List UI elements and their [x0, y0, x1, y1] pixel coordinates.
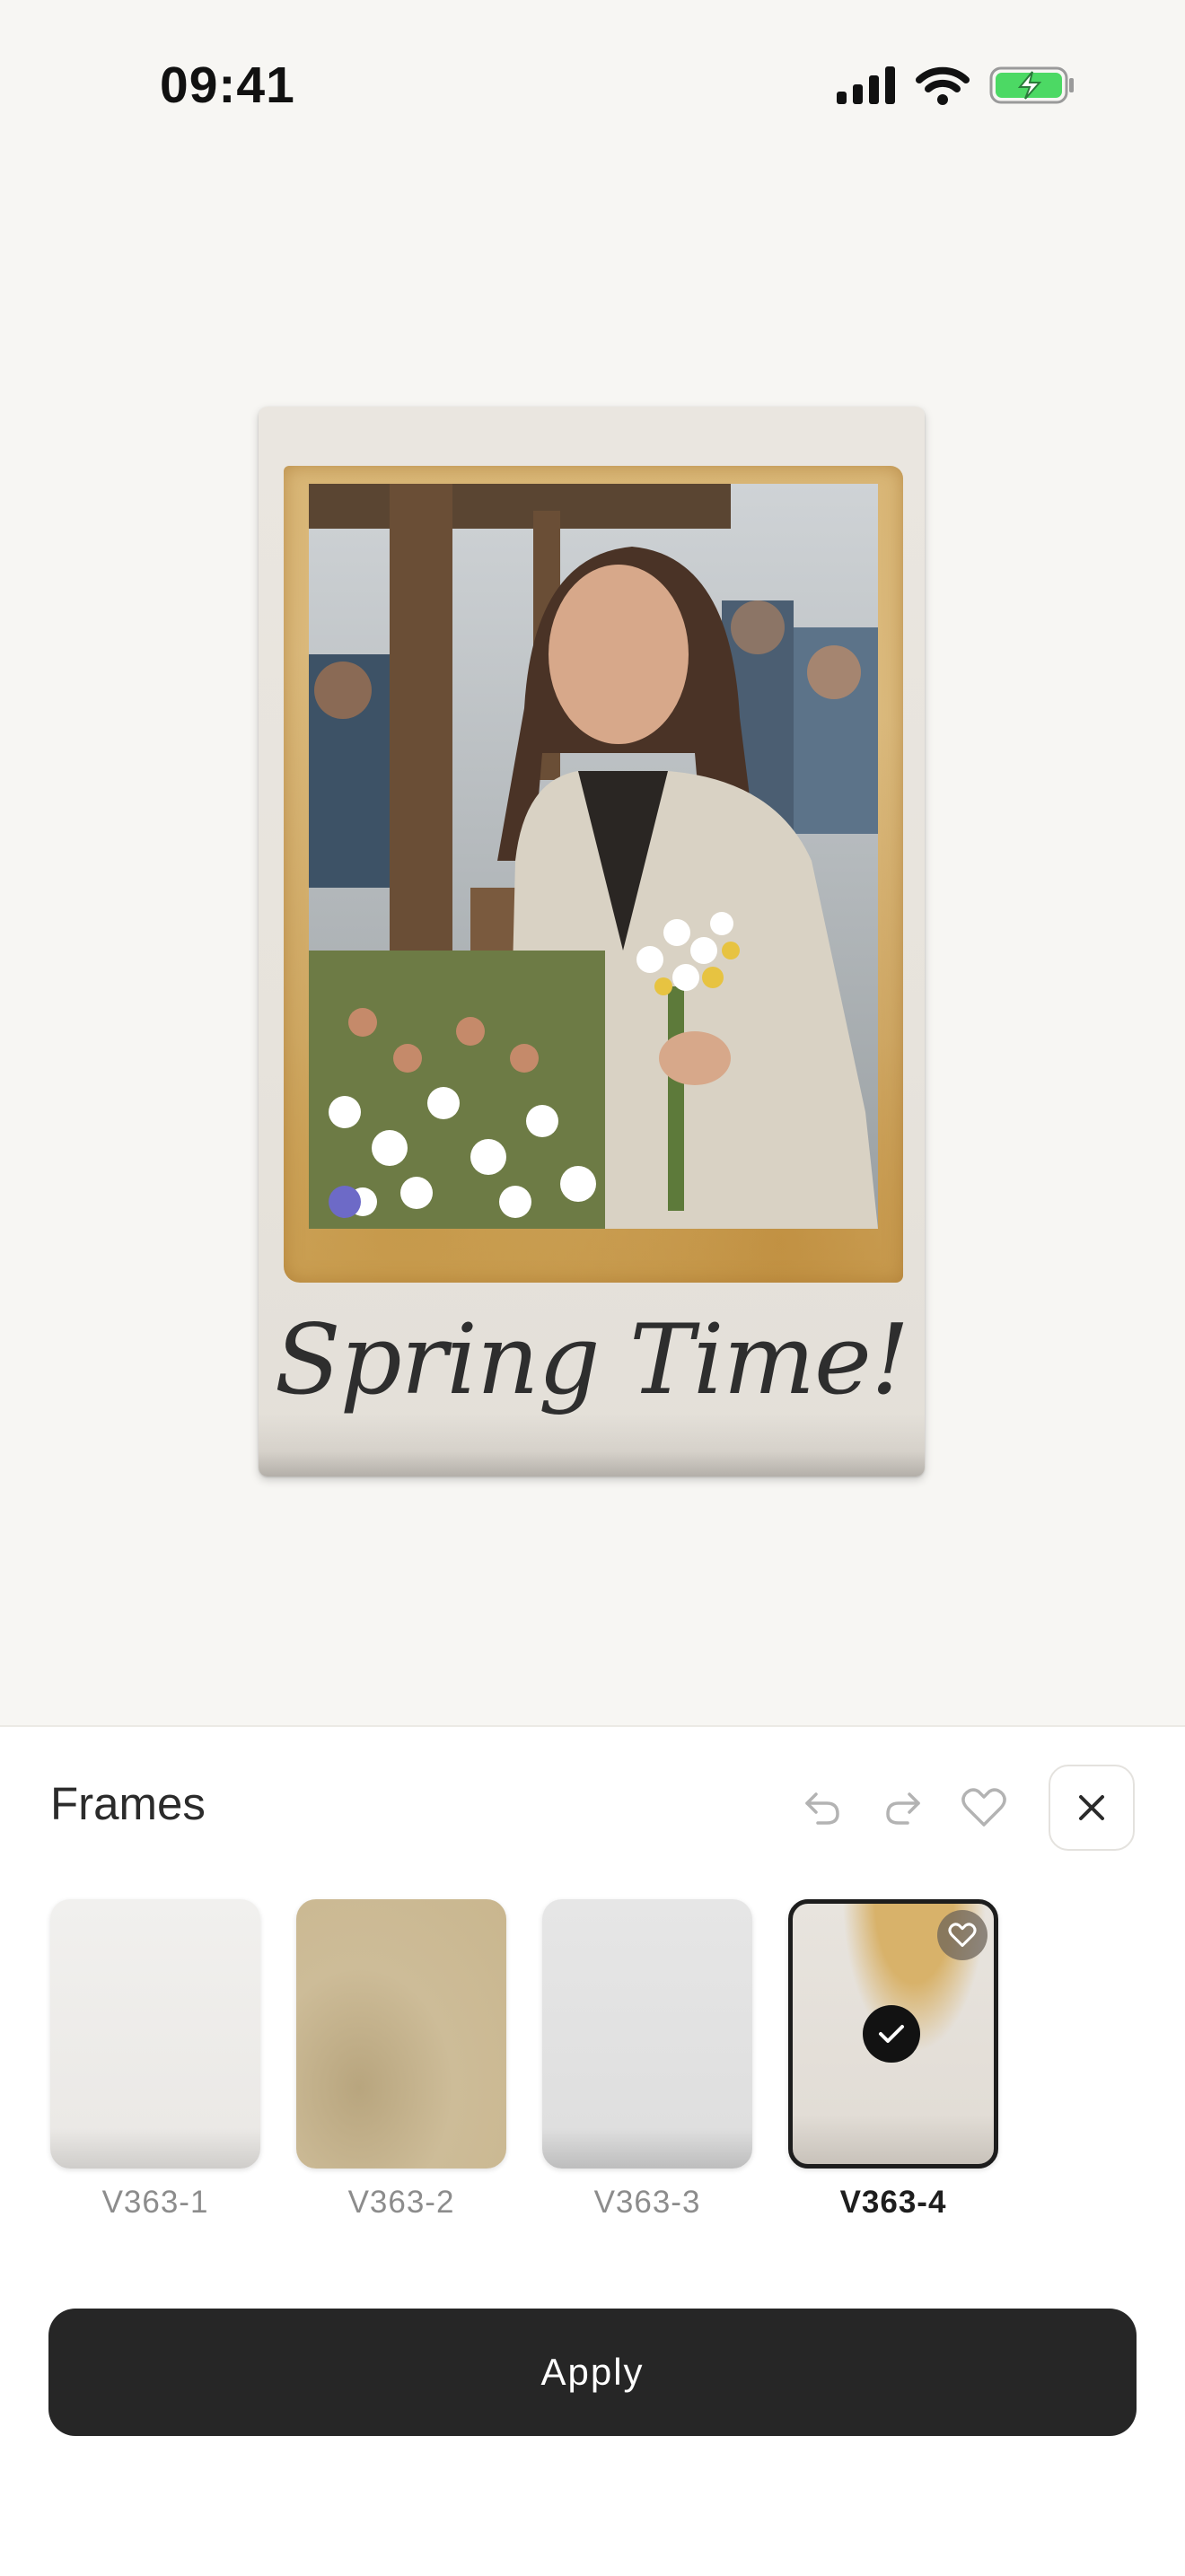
heart-icon	[948, 1923, 977, 1948]
favorite-badge[interactable]	[937, 1910, 988, 1960]
undo-button[interactable]	[797, 1783, 847, 1833]
frames-sheet: Frames V363-1 V363-2 V363-3 V363-4 Apply	[0, 1725, 1185, 2576]
status-time: 09:41	[160, 57, 295, 114]
close-button[interactable]	[1049, 1765, 1135, 1851]
frame-bottom-shadow	[259, 1414, 925, 1476]
frame-label-1: V363-1	[101, 2185, 209, 2220]
frame-swatch-1[interactable]	[50, 1899, 260, 2169]
selected-check	[863, 2005, 920, 2063]
sheet-toolbar	[797, 1765, 1135, 1851]
framed-photo-preview: Spring Time!	[259, 407, 925, 1476]
photo-illustration	[309, 484, 878, 1229]
frame-label-2: V363-2	[347, 2185, 455, 2220]
apply-button[interactable]: Apply	[48, 2309, 1137, 2436]
frame-option-3[interactable]: V363-3	[542, 1899, 752, 2221]
frame-thumbnails: V363-1 V363-2 V363-3 V363-4	[50, 1899, 998, 2221]
status-icons	[837, 65, 1075, 106]
close-icon	[1079, 1795, 1104, 1820]
frame-swatch-4[interactable]	[788, 1899, 998, 2169]
signal-icon	[837, 66, 896, 104]
favorite-button[interactable]	[959, 1783, 1009, 1833]
battery-charging-icon	[989, 65, 1075, 106]
wifi-icon	[916, 66, 970, 105]
status-bar: 09:41	[0, 0, 1185, 171]
frame-preview-area: Spring Time!	[0, 171, 1185, 1725]
frame-caption: Spring Time!	[274, 1304, 910, 1416]
checkmark-icon	[879, 2025, 904, 2043]
frame-option-4[interactable]: V363-4	[788, 1899, 998, 2221]
frame-label-4: V363-4	[839, 2185, 947, 2220]
frame-swatch-2[interactable]	[296, 1899, 506, 2169]
heart-icon	[961, 1788, 1006, 1827]
frame-option-1[interactable]: V363-1	[50, 1899, 260, 2221]
redo-button[interactable]	[878, 1783, 928, 1833]
preview-photo	[309, 484, 878, 1229]
frame-option-2[interactable]: V363-2	[296, 1899, 506, 2221]
frame-swatch-3[interactable]	[542, 1899, 752, 2169]
frame-label-3: V363-3	[593, 2185, 701, 2220]
sheet-title: Frames	[50, 1778, 206, 1829]
undo-icon	[805, 1792, 839, 1825]
redo-icon	[886, 1792, 920, 1825]
